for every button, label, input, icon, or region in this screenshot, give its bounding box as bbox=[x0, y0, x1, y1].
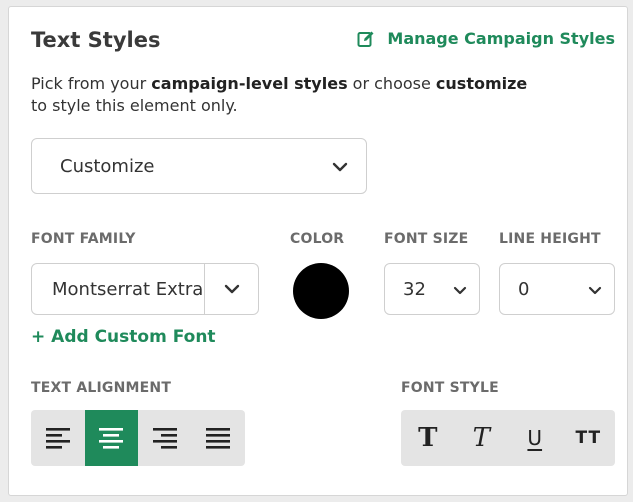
line-height-value: 0 bbox=[518, 278, 530, 300]
line-height-label: LINE HEIGHT bbox=[499, 231, 601, 247]
align-left-button[interactable] bbox=[31, 410, 85, 466]
edit-icon bbox=[357, 30, 375, 48]
align-center-icon bbox=[99, 428, 124, 449]
chevron-down-icon bbox=[453, 279, 467, 300]
font-size-label: FONT SIZE bbox=[384, 231, 469, 247]
bold-button[interactable]: T bbox=[401, 410, 455, 466]
font-style-group: T T U TT bbox=[401, 410, 615, 466]
font-size-value: 32 bbox=[403, 278, 426, 300]
panel-title: Text Styles bbox=[31, 28, 161, 52]
manage-campaign-styles-link[interactable]: Manage Campaign Styles bbox=[357, 29, 615, 48]
chevron-down-icon bbox=[588, 279, 602, 300]
align-justify-icon bbox=[206, 428, 231, 449]
text-alignment-group bbox=[31, 410, 245, 466]
italic-button[interactable]: T bbox=[455, 410, 509, 466]
uppercase-button[interactable]: TT bbox=[562, 410, 616, 466]
color-label: COLOR bbox=[290, 231, 345, 247]
manage-campaign-styles-label: Manage Campaign Styles bbox=[387, 29, 615, 48]
chevron-down-icon[interactable] bbox=[204, 264, 258, 314]
chevron-down-icon bbox=[332, 156, 348, 177]
align-left-icon bbox=[45, 428, 70, 449]
add-custom-font-link[interactable]: + Add Custom Font bbox=[31, 327, 216, 347]
description: Pick from your campaign-level styles or … bbox=[31, 74, 528, 115]
style-source-select[interactable]: Customize bbox=[31, 138, 367, 194]
style-source-value: Customize bbox=[60, 155, 155, 177]
align-right-icon bbox=[152, 428, 177, 449]
underline-button[interactable]: U bbox=[508, 410, 562, 466]
font-size-select[interactable]: 32 bbox=[384, 263, 480, 315]
align-center-button[interactable] bbox=[84, 410, 138, 466]
text-alignment-label: TEXT ALIGNMENT bbox=[31, 380, 172, 396]
text-styles-panel: Text Styles Manage Campaign Styles Pick … bbox=[8, 6, 628, 496]
line-height-select[interactable]: 0 bbox=[499, 263, 615, 315]
color-swatch[interactable] bbox=[293, 263, 349, 319]
align-right-button[interactable] bbox=[138, 410, 192, 466]
font-family-select[interactable]: Montserrat Extra Bold bbox=[31, 263, 259, 315]
font-family-value: Montserrat Extra Bold bbox=[52, 278, 204, 300]
align-justify-button[interactable] bbox=[192, 410, 246, 466]
font-style-label: FONT STYLE bbox=[401, 380, 499, 396]
font-family-label: FONT FAMILY bbox=[31, 231, 136, 247]
